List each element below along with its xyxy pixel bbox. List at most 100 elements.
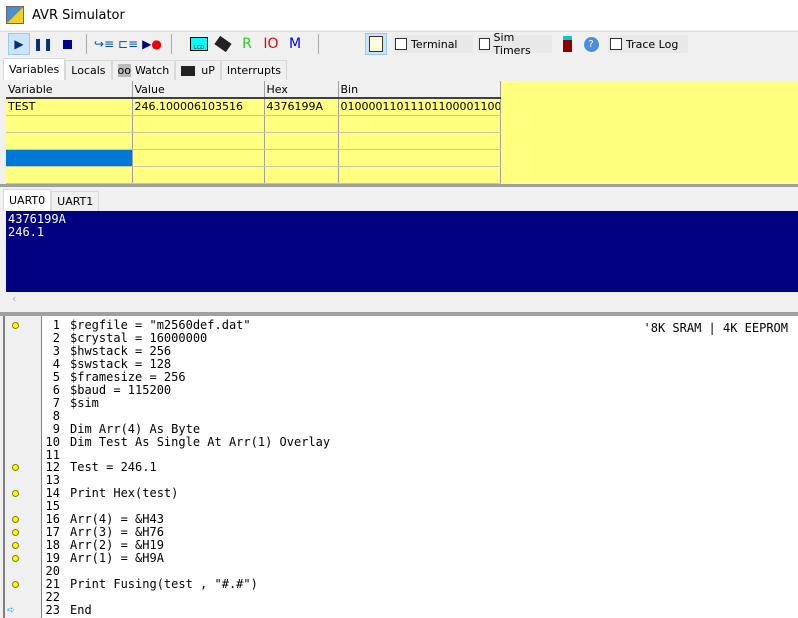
breakpoint-dot-icon[interactable]	[12, 464, 19, 472]
tab-uart1[interactable]: UART1	[51, 191, 100, 211]
code-text[interactable]: $baud = 115200	[70, 383, 171, 397]
code-line[interactable]: 14 Print Hex(test)	[5, 487, 798, 500]
code-line[interactable]: 5 $framesize = 256	[5, 370, 798, 384]
refresh-button[interactable]	[365, 33, 387, 55]
cell[interactable]	[338, 132, 501, 150]
line-number: 8	[52, 408, 60, 423]
tab-interrupts[interactable]: Interrupts	[220, 60, 288, 80]
sim-timers-checkbox[interactable]: Sim Timers	[477, 31, 552, 57]
code-line[interactable]: 7 $sim	[5, 396, 798, 410]
column-header-hex[interactable]: Hex	[264, 81, 339, 99]
code-line[interactable]: 12 Test = 246.1	[5, 461, 798, 474]
code-line[interactable]: 22	[5, 590, 798, 604]
code-text[interactable]: Dim Arr(4) As Byte	[70, 422, 200, 436]
cell-hex[interactable]: 4376199A	[264, 98, 339, 116]
registers-button[interactable]: R	[236, 33, 258, 55]
table-row-empty[interactable]	[6, 115, 501, 133]
code-line[interactable]: ➪ 23 End	[5, 603, 798, 617]
glasses-icon: oo	[117, 64, 131, 77]
cell[interactable]	[6, 132, 133, 150]
code-line[interactable]: 21 Print Fusing(test , "#.#")	[5, 578, 798, 591]
pause-button[interactable]: ❚❚	[32, 33, 54, 55]
trace-log-checkbox[interactable]: Trace Log	[608, 35, 688, 53]
breakpoint-dot-icon[interactable]	[12, 555, 19, 563]
breakpoint-dot-icon[interactable]	[12, 529, 19, 537]
code-text[interactable]: $sim	[70, 396, 99, 410]
terminal-checkbox[interactable]: Terminal	[393, 35, 473, 53]
tab-uart0[interactable]: UART0	[3, 189, 52, 211]
tab-up[interactable]: uP	[175, 60, 221, 80]
horizontal-scrollbar[interactable]: ‹	[6, 292, 798, 308]
cell[interactable]	[264, 115, 339, 133]
cell[interactable]	[132, 166, 265, 184]
lcd-button[interactable]: LCD	[188, 33, 210, 55]
code-line[interactable]: 6 $baud = 115200	[5, 383, 798, 397]
cell[interactable]	[6, 115, 133, 133]
code-line[interactable]: 3 $hwstack = 256	[5, 344, 798, 358]
cell[interactable]	[264, 132, 339, 150]
tab-watch[interactable]: oo Watch	[111, 60, 176, 80]
table-row[interactable]: TEST 246.100006103516 4376199A 010000110…	[6, 98, 501, 116]
cell-bin[interactable]: 01000011011101100001100110011010	[338, 98, 501, 116]
selected-cell[interactable]	[6, 149, 133, 167]
cell[interactable]	[338, 166, 501, 184]
line-number: 9	[52, 421, 60, 436]
tab-variables[interactable]: Variables	[3, 58, 66, 80]
table-row-empty[interactable]	[6, 149, 501, 167]
exit-button[interactable]	[556, 33, 578, 55]
code-text[interactable]: Print Hex(test)	[70, 487, 178, 500]
splitter[interactable]	[0, 184, 798, 187]
code-line[interactable]: 19 Arr(1) = &H9A	[5, 552, 798, 565]
table-row-empty[interactable]	[6, 166, 501, 184]
code-editor[interactable]: 1 $regfile = "m2560def.dat" 2 $crystal = 16…	[3, 316, 798, 618]
cell-variable[interactable]: TEST	[6, 98, 133, 116]
run-to-cursor-button[interactable]: ▶●	[141, 33, 163, 55]
breakpoint-dot-icon[interactable]	[12, 581, 19, 588]
code-text[interactable]: Print Fusing(test , "#.#")	[70, 578, 258, 591]
uart-tabs: UART0 UART1	[3, 189, 100, 211]
run-button[interactable]: ▶	[8, 33, 30, 55]
code-text[interactable]: $hwstack = 256	[70, 344, 171, 358]
code-line[interactable]: 9 Dim Arr(4) As Byte	[5, 421, 798, 436]
breakpoint-dot-icon[interactable]	[12, 490, 19, 498]
code-text[interactable]: Arr(1) = &H9A	[70, 552, 164, 565]
step-over-button[interactable]: ⊏≡	[117, 33, 139, 55]
uart-terminal-output[interactable]: 4376199A 246.1	[6, 211, 798, 292]
code-line[interactable]: 8	[5, 408, 798, 423]
title-bar: AVR Simulator	[0, 0, 798, 30]
cell[interactable]	[132, 115, 265, 133]
cell[interactable]	[132, 132, 265, 150]
cell[interactable]	[338, 149, 501, 167]
scroll-left-icon[interactable]: ‹	[12, 292, 16, 305]
cell-value[interactable]: 246.100006103516	[132, 98, 265, 116]
chip-button[interactable]	[212, 33, 234, 55]
code-text[interactable]: $swstack = 128	[70, 357, 171, 371]
code-line[interactable]: 4 $swstack = 128	[5, 357, 798, 371]
breakpoint-dot-icon[interactable]	[12, 516, 19, 524]
cell[interactable]	[264, 166, 339, 184]
code-text[interactable]: Dim Test As Single At Arr(1) Overlay	[70, 435, 330, 449]
code-text[interactable]: Test = 246.1	[70, 461, 157, 474]
stop-button[interactable]	[56, 33, 78, 55]
code-text[interactable]: $crystal = 16000000	[70, 331, 207, 345]
memory-button[interactable]: M	[284, 33, 306, 55]
window-title: AVR Simulator	[32, 7, 125, 23]
column-header-variable[interactable]: Variable	[6, 81, 133, 99]
step-into-button[interactable]: ↪≡	[93, 33, 115, 55]
cell[interactable]	[264, 149, 339, 167]
cell[interactable]	[338, 115, 501, 133]
breakpoint-dot-icon[interactable]	[12, 322, 19, 329]
cell[interactable]	[132, 149, 265, 167]
code-text[interactable]: End	[70, 603, 92, 617]
io-button[interactable]: IO	[260, 33, 282, 55]
tab-locals[interactable]: Locals	[65, 60, 112, 80]
column-header-bin[interactable]: Bin	[338, 81, 501, 99]
code-text[interactable]: $framesize = 256	[70, 370, 186, 384]
table-row-empty[interactable]	[6, 132, 501, 150]
stop-icon	[62, 39, 72, 49]
cell[interactable]	[6, 166, 133, 184]
breakpoint-dot-icon[interactable]	[12, 542, 19, 550]
code-line[interactable]: 10 Dim Test As Single At Arr(1) Overlay	[5, 435, 798, 449]
column-header-value[interactable]: Value	[132, 81, 265, 99]
help-button[interactable]: ?	[580, 33, 602, 55]
